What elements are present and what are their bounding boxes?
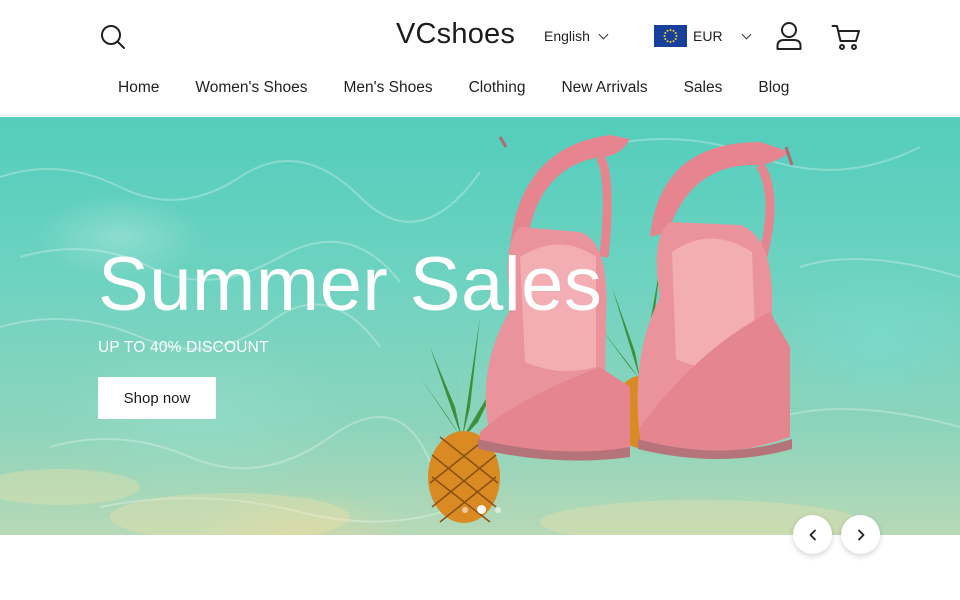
search-icon[interactable]	[98, 22, 128, 52]
nav-item-clothing[interactable]: Clothing	[469, 79, 526, 97]
chevron-left-icon	[809, 529, 816, 540]
carousel-next-button[interactable]	[841, 515, 880, 554]
carousel-dots	[462, 505, 501, 514]
currency-code: EUR	[693, 28, 723, 44]
nav-item-new-arrivals[interactable]: New Arrivals	[561, 79, 647, 97]
shop-now-button[interactable]: Shop now	[98, 377, 216, 419]
currency-selector[interactable]: EUR	[654, 25, 752, 47]
nav-item-home[interactable]: Home	[118, 79, 159, 97]
language-label: English	[544, 28, 590, 44]
eu-flag-icon	[654, 25, 687, 47]
nav-item-blog[interactable]: Blog	[758, 79, 789, 97]
language-selector[interactable]: English	[544, 28, 609, 44]
hero-subtitle: UP TO 40% DISCOUNT	[98, 339, 269, 356]
brand-logo[interactable]: VCshoes	[396, 18, 515, 51]
cart-icon[interactable]	[830, 22, 862, 52]
nav-item-mens-shoes[interactable]: Men's Shoes	[343, 79, 432, 97]
carousel-prev-button[interactable]	[793, 515, 832, 554]
main-nav: Home Women's Shoes Men's Shoes Clothing …	[118, 79, 825, 97]
hero-title: Summer Sales	[98, 242, 603, 327]
site-header: VCshoes English EUR Home Women's Shoes M…	[0, 0, 960, 116]
carousel-dot[interactable]	[495, 506, 501, 513]
chevron-right-icon	[857, 529, 864, 540]
nav-item-sales[interactable]: Sales	[684, 79, 723, 97]
chevron-down-icon	[598, 29, 609, 39]
hero-banner: Summer Sales UP TO 40% DISCOUNT Shop now	[0, 117, 960, 535]
chevron-down-icon	[741, 29, 752, 39]
carousel-dot[interactable]	[462, 506, 468, 513]
carousel-dot-active[interactable]	[477, 505, 486, 514]
user-icon[interactable]	[774, 20, 804, 52]
nav-item-womens-shoes[interactable]: Women's Shoes	[195, 79, 307, 97]
